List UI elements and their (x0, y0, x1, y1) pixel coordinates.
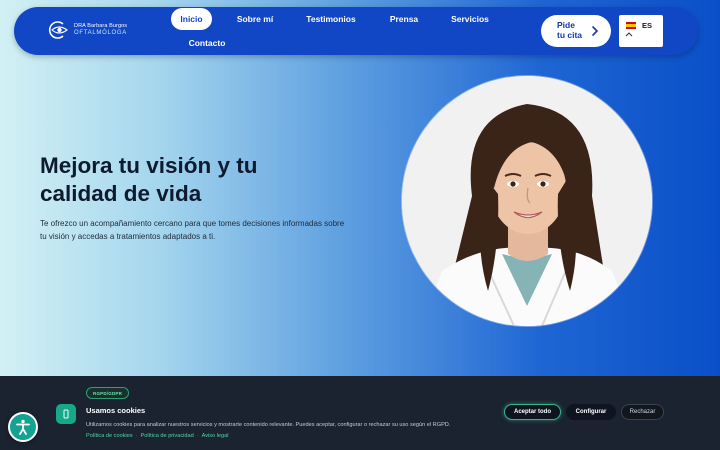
link-separator: · (196, 433, 199, 439)
accessibility-icon (16, 419, 30, 435)
privacy-policy-link[interactable]: Política de privacidad (141, 433, 194, 439)
hero-subtitle: Te ofrezco un acompañamiento cercano par… (40, 219, 345, 241)
reject-cookies-button[interactable]: Rechazar (621, 404, 664, 420)
nav-link-inicio[interactable]: Inicio (171, 8, 212, 30)
spain-flag-icon (626, 22, 636, 29)
configure-cookies-button[interactable]: Configurar (566, 404, 616, 420)
nav-link-servicios[interactable]: Servicios (446, 8, 494, 30)
doctor-photo (402, 76, 652, 326)
gdpr-badge: RGPD/GDPR (86, 387, 130, 399)
nav-link-sobre-mi[interactable]: Sobre mí (230, 8, 280, 30)
hero-title: Mejora tu visión y tu calidad de vida (40, 153, 258, 207)
legal-notice-link[interactable]: Aviso legal (202, 433, 229, 439)
nav-link-contacto[interactable]: Contacto (182, 32, 232, 54)
book-appointment-label: Pide tu cita (557, 20, 583, 40)
cookie-description: Utilizamos cookies para analizar nuestro… (86, 422, 451, 428)
language-selector[interactable]: ES (619, 15, 663, 47)
cookie-policy-link[interactable]: Política de cookies (86, 433, 133, 439)
book-appointment-button[interactable]: Pide tu cita (541, 15, 611, 47)
nav-link-prensa[interactable]: Prensa (383, 8, 425, 30)
site-logo[interactable]: DRA Barbara Burgos OFTALMÓLOGA (48, 21, 127, 39)
chevron-right-icon (592, 26, 599, 36)
chevron-up-icon (625, 32, 633, 37)
logo-specialty: OFTALMÓLOGA (74, 30, 127, 37)
cookie-links: Política de cookies · Política de privac… (86, 433, 229, 439)
cookie-title: Usamos cookies (86, 406, 146, 415)
doctor-portrait (402, 76, 652, 326)
cookie-shield-icon (56, 404, 76, 424)
language-code: ES (642, 21, 653, 30)
link-separator: · (135, 433, 138, 439)
accessibility-button[interactable] (8, 412, 38, 442)
nav-link-testimonios[interactable]: Testimonios (302, 8, 360, 30)
eye-logo-icon (48, 21, 68, 39)
accept-all-cookies-button[interactable]: Aceptar todo (504, 404, 561, 420)
logo-name: DRA Barbara Burgos (74, 22, 128, 29)
